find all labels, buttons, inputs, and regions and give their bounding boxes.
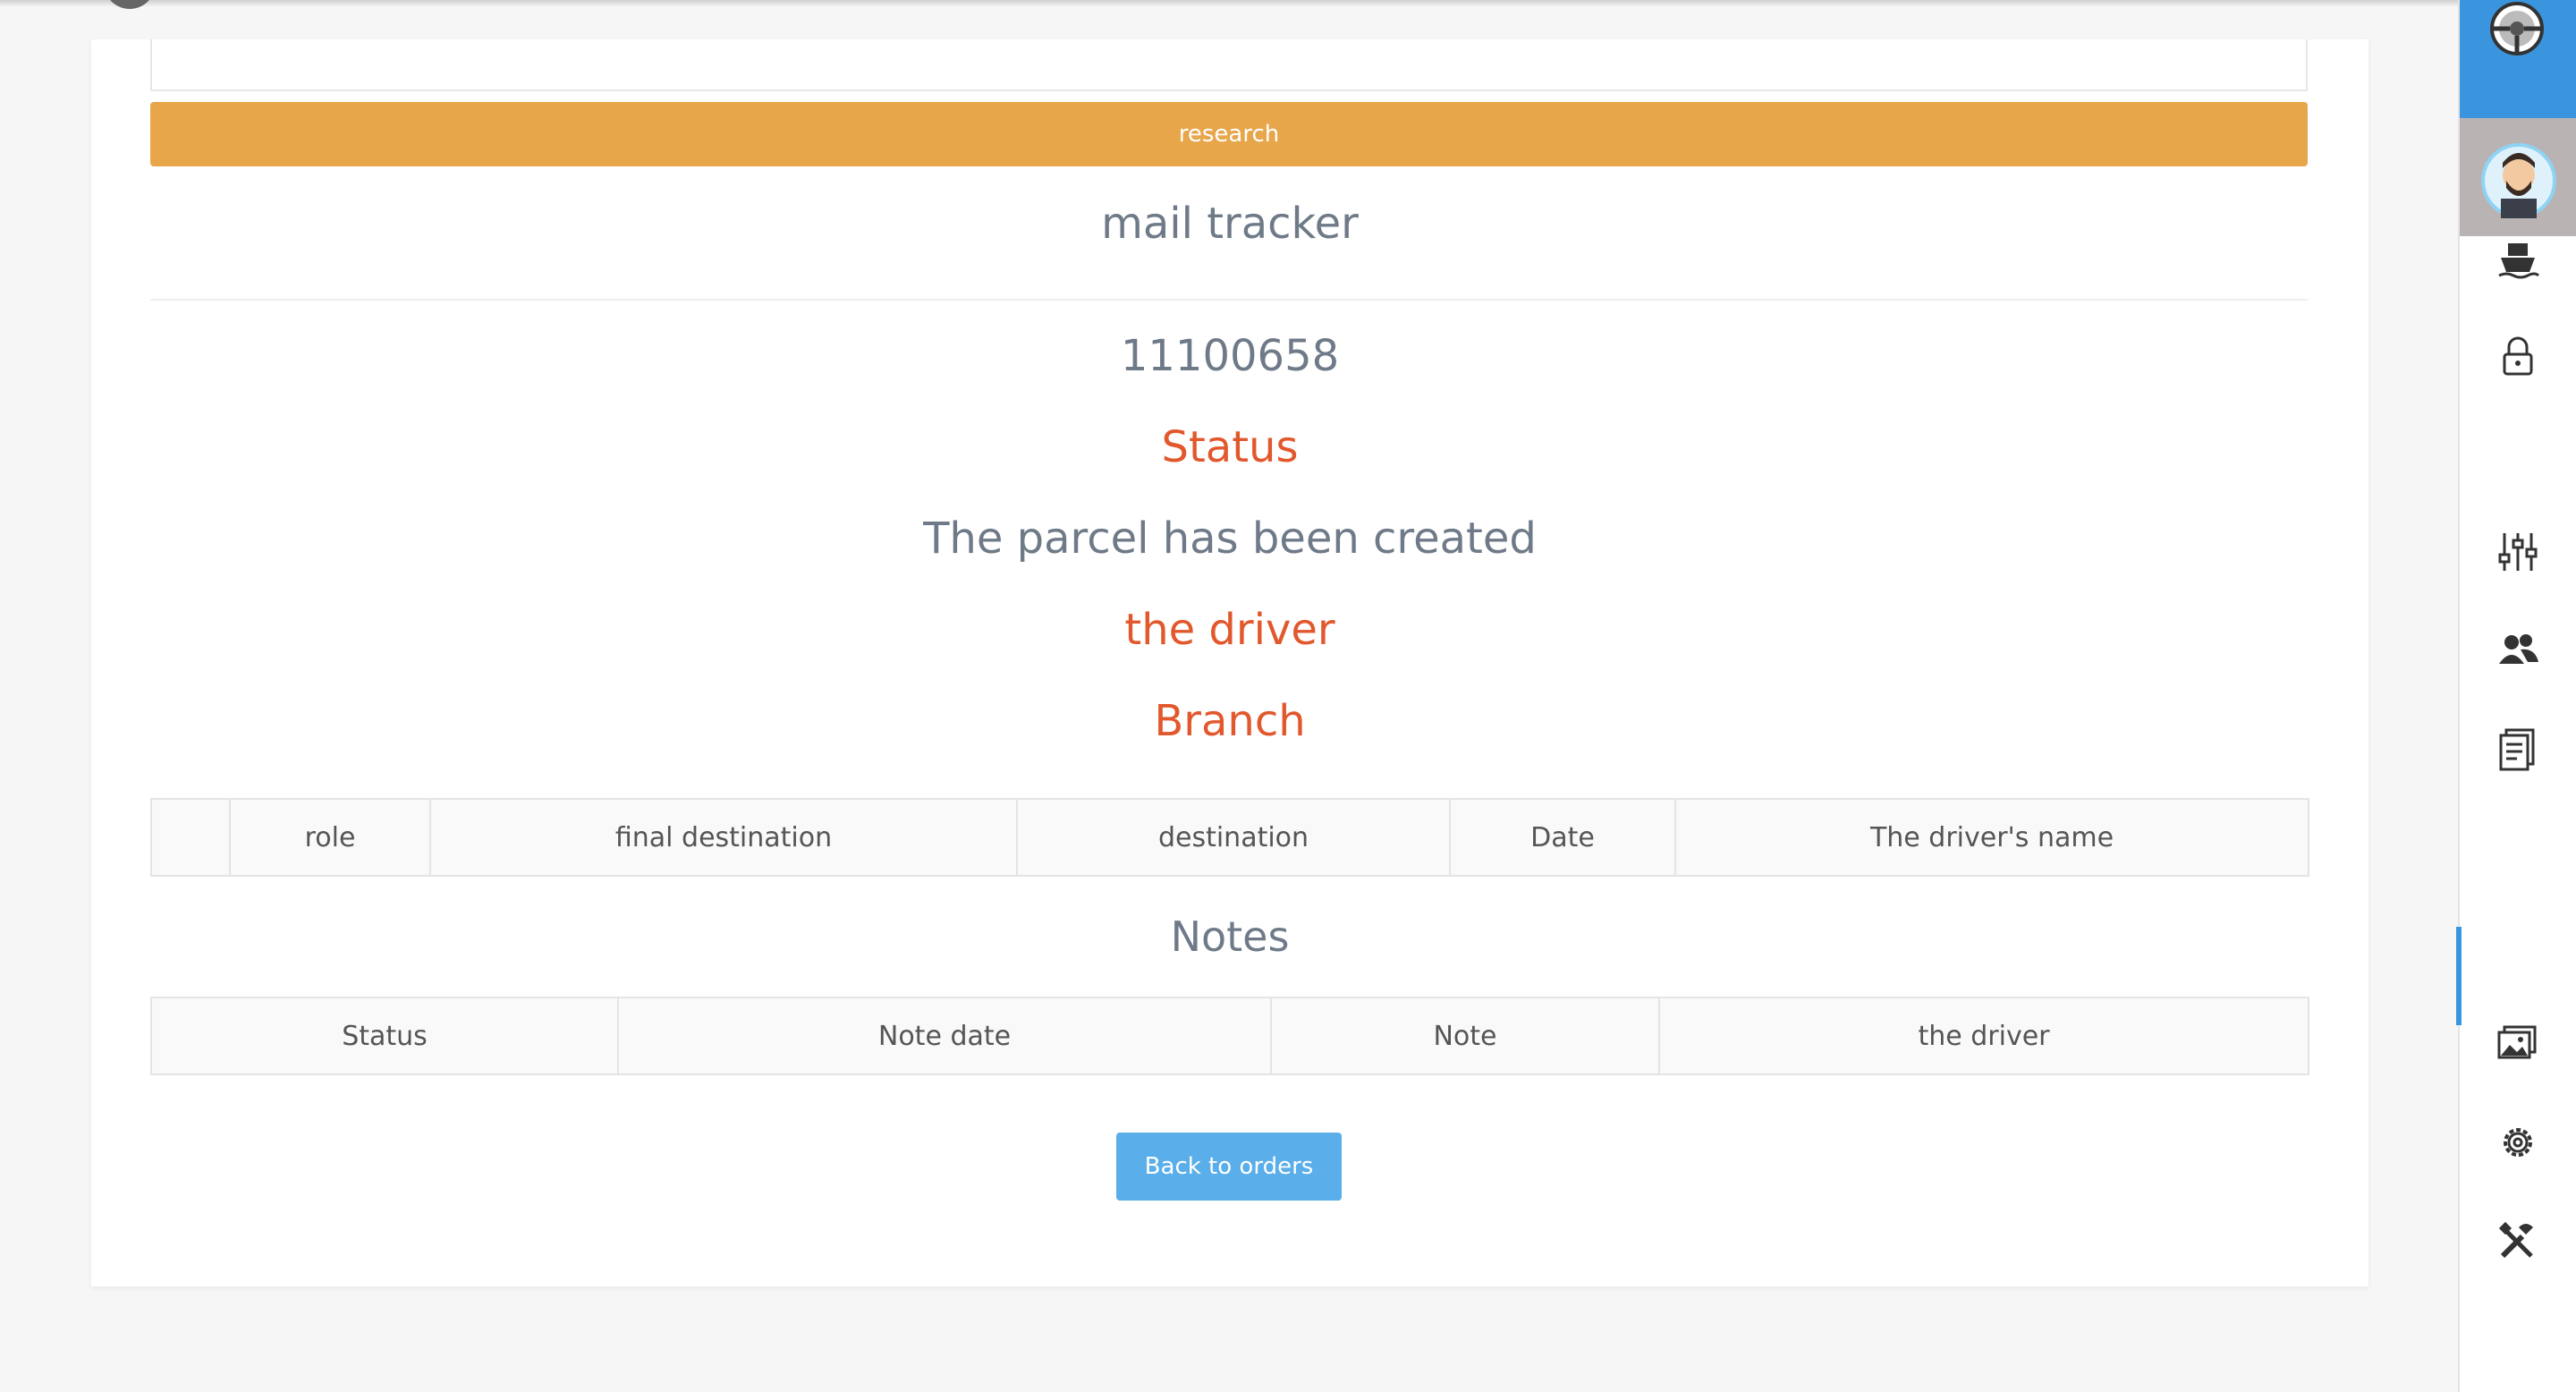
col-status: Status (150, 997, 619, 1075)
notes-table: Status Note date Note the driver (150, 997, 2309, 1075)
avatar-image (2460, 118, 2576, 236)
divider (150, 299, 2308, 301)
col-driver: the driver (1658, 997, 2309, 1075)
branch-label: Branch (1154, 696, 1306, 746)
search-input[interactable] (150, 39, 2308, 91)
document-icon[interactable] (2496, 726, 2540, 771)
research-button[interactable]: research (150, 102, 2308, 166)
col-final-destination: final destination (429, 798, 1018, 877)
col-driver-name: The driver's name (1674, 798, 2309, 877)
sidebar (2456, 0, 2576, 1392)
image-icon[interactable] (2496, 1022, 2540, 1066)
status-value: The parcel has been created (923, 514, 1537, 564)
back-to-orders-button[interactable]: Back to orders (1116, 1133, 1342, 1201)
sidebar-header[interactable] (2460, 0, 2576, 118)
col-note-date: Note date (617, 997, 1272, 1075)
col-destination: destination (1016, 798, 1451, 877)
sidebar-active-indicator (2456, 927, 2462, 1025)
top-bar-shadow (0, 0, 2458, 7)
avatar[interactable] (2460, 118, 2576, 236)
lock-icon[interactable] (2496, 335, 2540, 379)
tracker-card: research mail tracker 11100658 Status Th… (91, 39, 2368, 1286)
sliders-icon[interactable] (2496, 530, 2540, 574)
users-icon[interactable] (2496, 628, 2540, 673)
table-header-row: Status Note date Note the driver (150, 997, 2309, 1075)
notes-title: Notes (1170, 912, 1290, 961)
driver-label: the driver (1124, 605, 1335, 655)
ship-icon[interactable] (2496, 236, 2540, 281)
route-table: role final destination destination Date … (150, 798, 2309, 877)
col-date: Date (1449, 798, 1676, 877)
col-note: Note (1270, 997, 1660, 1075)
col-index (150, 798, 231, 877)
tools-icon[interactable] (2496, 1218, 2540, 1263)
status-label: Status (1161, 422, 1299, 472)
steering-wheel-icon (2490, 2, 2544, 55)
table-header-row: role final destination destination Date … (150, 798, 2309, 877)
tracking-number: 11100658 (1120, 331, 1340, 381)
page-title: mail tracker (1101, 199, 1359, 249)
gear-icon[interactable] (2496, 1120, 2540, 1165)
col-role: role (229, 798, 431, 877)
